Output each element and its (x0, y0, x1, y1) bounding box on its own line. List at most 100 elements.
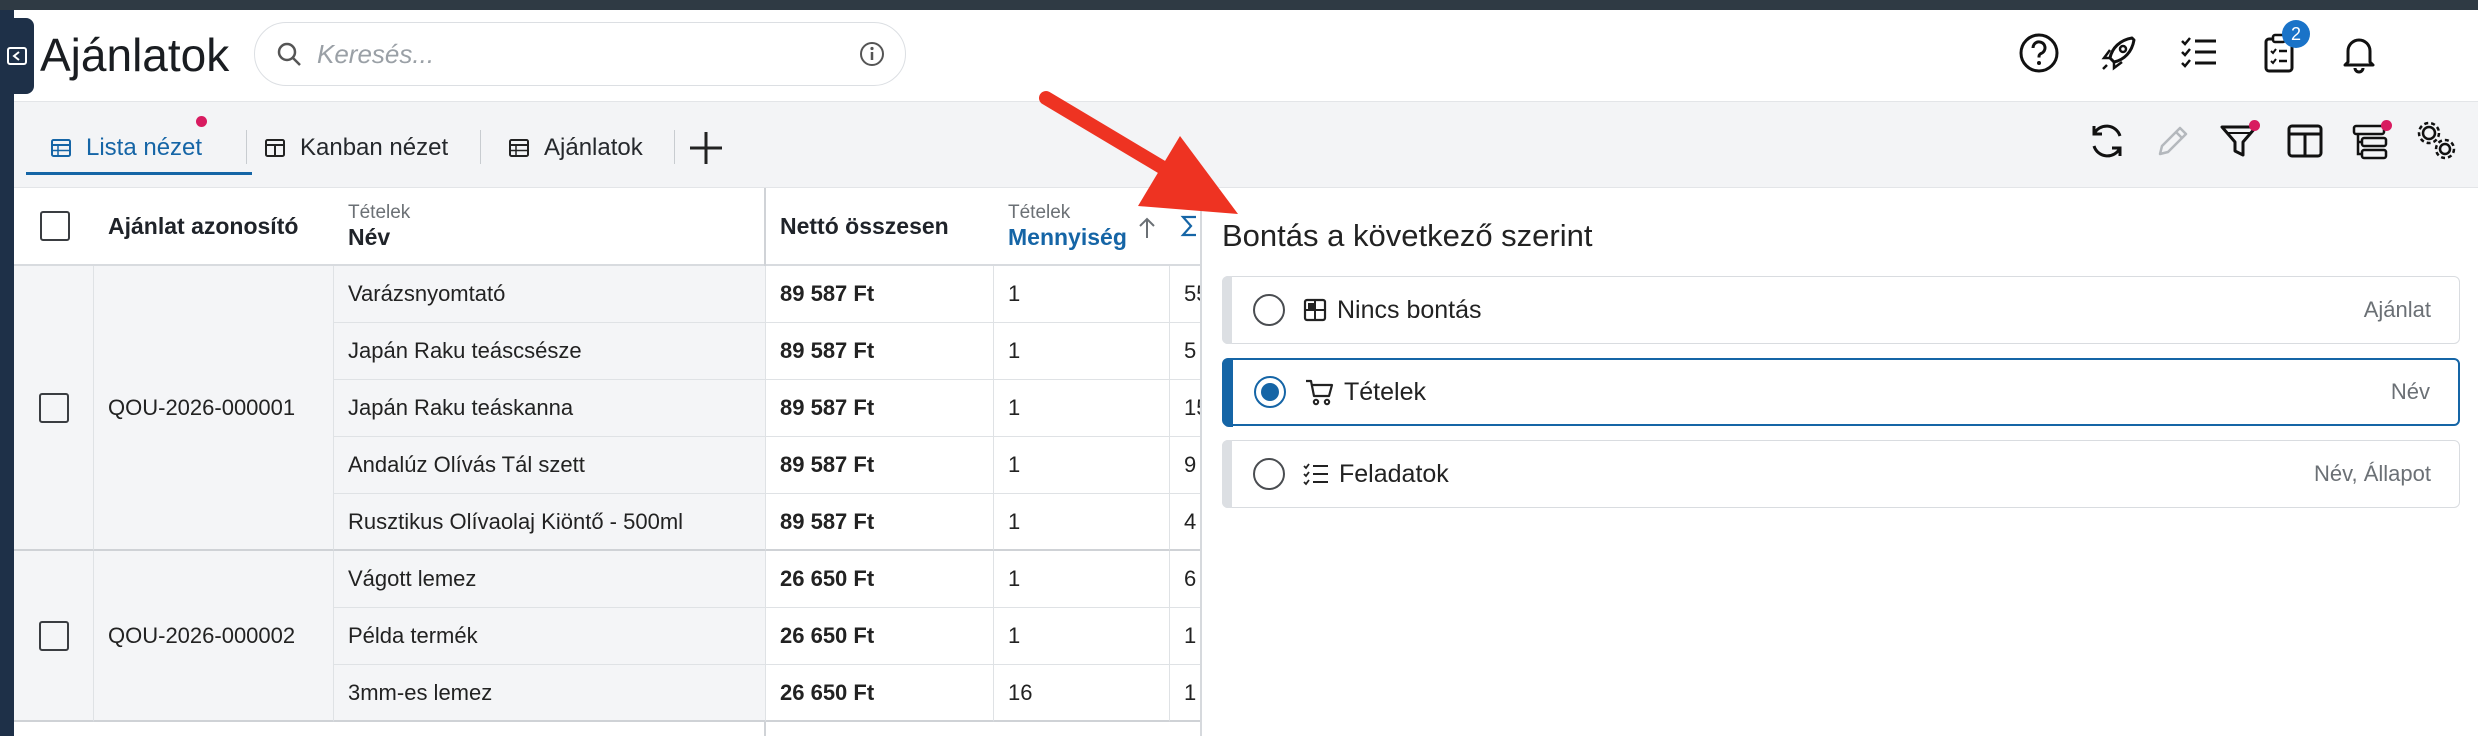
select-all-header (14, 188, 94, 266)
clipboard-button[interactable]: 2 (2254, 20, 2310, 78)
quantity-cell[interactable]: 1 (994, 551, 1170, 608)
columns-button[interactable] (2282, 118, 2328, 164)
option-label: Nincs bontás (1337, 295, 1482, 324)
item-name-cell[interactable]: Andalúz Olívás Tál szett (334, 437, 766, 494)
rocket-button[interactable] (2094, 28, 2144, 78)
grouping-option-none[interactable]: Nincs bontás Ajánlat (1222, 276, 2460, 344)
cart-icon (1306, 379, 1334, 406)
search-box[interactable] (254, 22, 906, 86)
tab-separator (246, 130, 247, 164)
net-total-cell[interactable]: 89 587 Ft (766, 437, 994, 494)
annotation-arrow-icon (1039, 91, 1238, 214)
unsaved-dot (196, 116, 207, 127)
item-name-cell[interactable]: Rusztikus Olívaolaj Kiöntő - 500ml (334, 494, 766, 551)
info-icon[interactable] (859, 41, 885, 67)
header-label: Név (348, 223, 391, 250)
collapse-sidebar-icon (7, 47, 27, 65)
active-tab-indicator (26, 172, 252, 175)
quantity-cell[interactable]: 16 (994, 665, 1170, 722)
filter-button[interactable] (2216, 118, 2262, 164)
tab-label: Lista nézet (86, 134, 203, 161)
net-total-cell[interactable]: 26 650 Ft (766, 665, 994, 722)
option-detail: Név (2390, 379, 2430, 404)
edit-button[interactable] (2150, 118, 2196, 164)
refresh-icon (2092, 124, 2122, 158)
header-nev[interactable]: Tételek Név (334, 188, 766, 266)
row-checkbox[interactable] (38, 392, 69, 423)
grouping-panel: Bontás a következő szerint Nincs bontás … (1200, 188, 2478, 736)
net-total-cell[interactable]: 89 587 Ft (766, 494, 994, 551)
net-total-cell[interactable]: 26 650 Ft (766, 608, 994, 665)
add-view-button[interactable] (686, 124, 726, 172)
quantity-cell[interactable]: 1 (994, 323, 1170, 380)
tab-kanban-nezet[interactable]: Kanban nézet (264, 124, 448, 172)
grouping-option-feladatok[interactable]: Feladatok Név, Állapot (1222, 440, 2460, 508)
item-name-cell[interactable]: Japán Raku teáscsésze (334, 323, 766, 380)
tab-ajanlatok[interactable]: Ajánlatok (508, 124, 643, 172)
notifications-button[interactable] (2334, 28, 2384, 78)
item-name-cell[interactable]: Japán Raku teáskanna (334, 380, 766, 437)
sidebar-toggle-button[interactable] (0, 18, 34, 94)
option-accent-bar (1222, 276, 1232, 344)
panel-title: Bontás a következő szerint (1222, 218, 1593, 253)
tasks-button[interactable] (2174, 28, 2224, 78)
search-input[interactable] (317, 38, 859, 70)
bell-icon (2343, 38, 2375, 74)
quantity-cell[interactable]: 1 (994, 437, 1170, 494)
header-label: Ajánlat azonosító (108, 212, 299, 239)
filter-active-dot (2249, 120, 2260, 131)
header-actions: 2 (2014, 20, 2384, 78)
kanban-icon (265, 139, 285, 157)
toolbar-actions (2084, 118, 2460, 164)
grouping-button[interactable] (2348, 118, 2394, 164)
option-label: Feladatok (1339, 459, 1449, 488)
app-header: Ajánlatok 2 (14, 10, 2478, 102)
checklist-icon (1303, 463, 1328, 486)
option-accent-bar (1223, 359, 1233, 427)
radio-button[interactable] (1253, 458, 1285, 490)
select-all-checkbox[interactable] (40, 211, 70, 241)
item-name-cell[interactable]: Varázsnyomtató (334, 266, 766, 323)
radio-button[interactable] (1254, 376, 1286, 408)
tab-lista-nezet[interactable]: Lista nézet (50, 124, 202, 172)
grouping-option-tetelek[interactable]: Tételek Név (1222, 358, 2460, 427)
option-detail: Ajánlat (2363, 297, 2431, 322)
quantity-cell[interactable]: 1 (994, 608, 1170, 665)
net-total-cell[interactable]: 26 650 Ft (766, 551, 994, 608)
option-accent-bar (1222, 440, 1232, 508)
pencil-icon (2158, 126, 2188, 156)
group-select-cell (14, 266, 94, 551)
tab-label: Ajánlatok (544, 134, 643, 161)
settings-button[interactable] (2414, 118, 2460, 164)
option-detail: Név, Állapot (2314, 461, 2431, 486)
quantity-cell[interactable]: 1 (994, 266, 1170, 323)
quantity-cell[interactable]: 1 (994, 380, 1170, 437)
columns-icon (2287, 124, 2323, 158)
net-total-cell[interactable]: 89 587 Ft (766, 323, 994, 380)
item-name-cell[interactable]: Vágott lemez (334, 551, 766, 608)
help-button[interactable] (2014, 28, 2064, 78)
plus-icon (690, 132, 722, 164)
quantity-cell[interactable]: 1 (994, 494, 1170, 551)
header-label: Nettó összesen (780, 212, 949, 239)
header-ajanlat-azonosito[interactable]: Ajánlat azonosító (94, 188, 334, 266)
tab-separator (480, 130, 481, 164)
item-name-cell[interactable]: 3mm-es lemez (334, 665, 766, 722)
radio-button[interactable] (1253, 294, 1285, 326)
net-total-cell[interactable]: 89 587 Ft (766, 266, 994, 323)
header-sublabel: Tételek (348, 201, 411, 223)
item-name-cell[interactable]: Példa termék (334, 608, 766, 665)
group-select-cell (14, 551, 94, 722)
offer-id-cell[interactable]: QOU-2026-000002 (94, 551, 334, 722)
search-icon (277, 42, 301, 66)
tab-label: Kanban nézet (300, 134, 449, 161)
tab-separator (674, 130, 675, 164)
header-netto-osszesen[interactable]: Nettó összesen (766, 188, 994, 266)
option-label: Tételek (1344, 377, 1426, 406)
net-total-cell[interactable]: 89 587 Ft (766, 380, 994, 437)
refresh-button[interactable] (2084, 118, 2130, 164)
notification-badge: 2 (2282, 20, 2310, 48)
row-checkbox[interactable] (38, 620, 69, 651)
left-rail (0, 10, 14, 736)
offer-id-cell[interactable]: QOU-2026-000001 (94, 266, 334, 551)
